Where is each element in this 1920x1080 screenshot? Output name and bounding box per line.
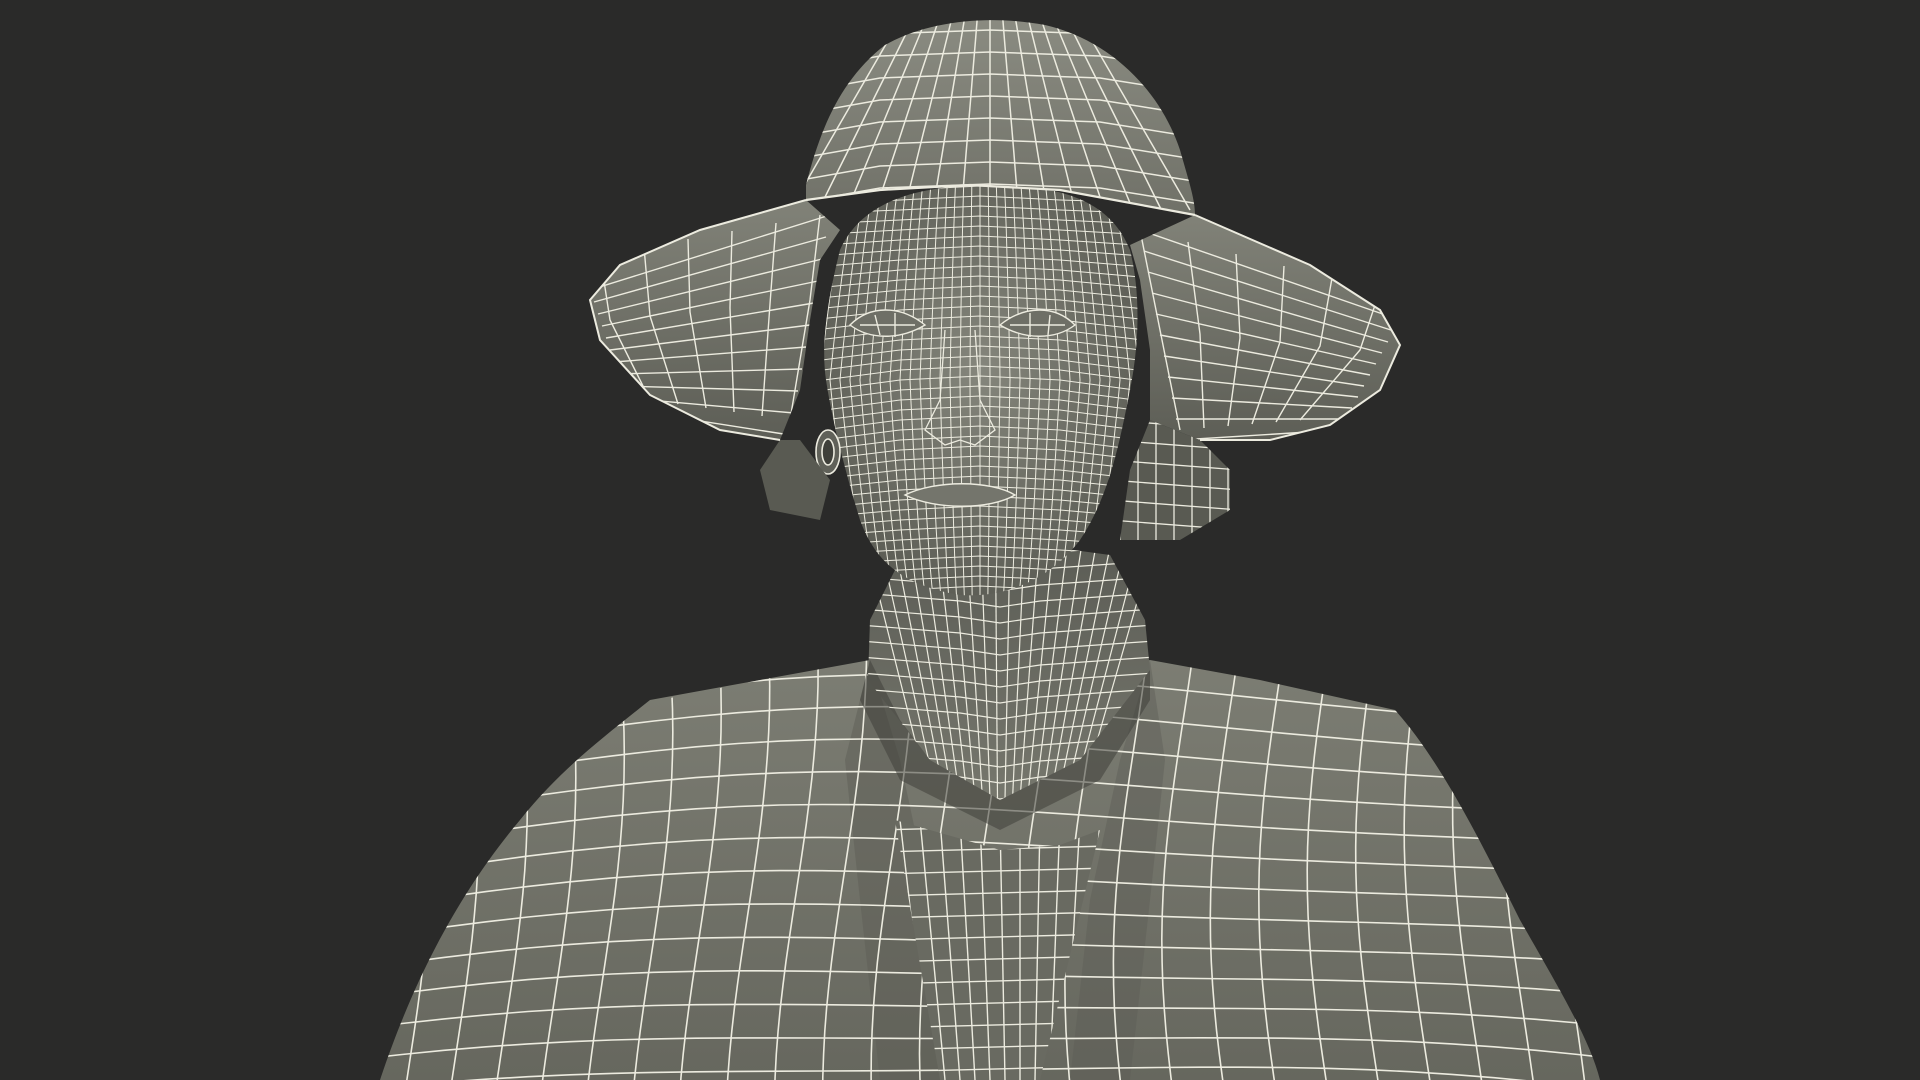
render-viewport: [0, 0, 1920, 1080]
wireframe-render: [0, 0, 1920, 1080]
